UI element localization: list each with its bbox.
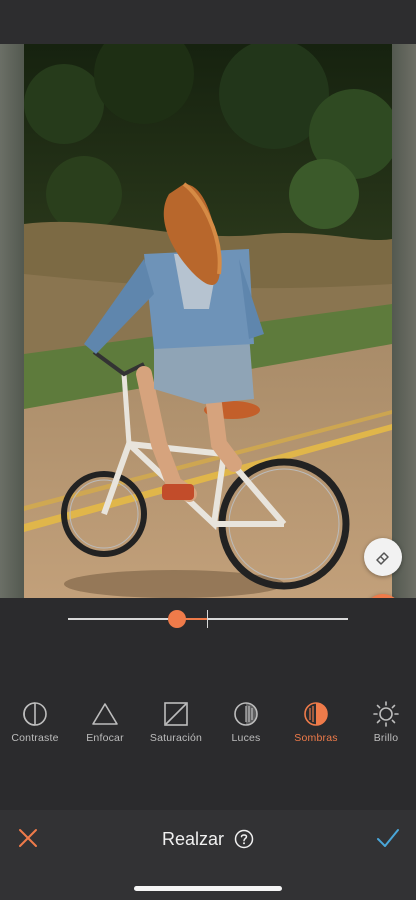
sharpen-triangle-icon [92,703,118,725]
status-bar [0,0,416,44]
slider-thumb[interactable] [168,610,187,628]
home-indicator [134,886,282,891]
slider-track [68,618,348,620]
tool-label: Luces [231,732,261,744]
help-icon[interactable] [234,829,254,849]
highlights-icon [234,702,258,726]
tool-label: Sombras [294,732,338,744]
adjustment-tools: Contraste Enfocar Saturación Luces Sombr… [0,700,416,750]
tool-label: Brillo [373,732,399,744]
edited-photo [24,44,392,598]
tool-label: Saturación [149,732,203,744]
slider-center-mark [207,610,208,628]
tool-brillo[interactable]: Brillo [346,700,416,744]
tool-saturacion[interactable]: Saturación [136,700,216,744]
tool-contraste[interactable]: Contraste [0,700,75,744]
tool-luces[interactable]: Luces [206,700,286,744]
page-title: Realzar [161,828,225,849]
photo-canvas[interactable] [0,44,416,598]
brightness-sun-icon [373,701,399,727]
tool-enfocar[interactable]: Enfocar [65,700,145,744]
contrast-icon [23,702,47,726]
tool-label: Enfocar [86,732,124,744]
eraser-button[interactable] [364,538,402,576]
tool-label: Contraste [11,732,59,744]
editor-title-group: Realzar [0,826,416,852]
saturation-icon [164,702,188,726]
eraser-icon [376,552,389,565]
adjustment-slider[interactable] [68,606,348,632]
tool-sombras[interactable]: Sombras [276,700,356,744]
shadows-icon [304,702,328,726]
checkmark-icon[interactable] [374,824,402,852]
bottom-action-bar: Realzar [0,810,416,900]
